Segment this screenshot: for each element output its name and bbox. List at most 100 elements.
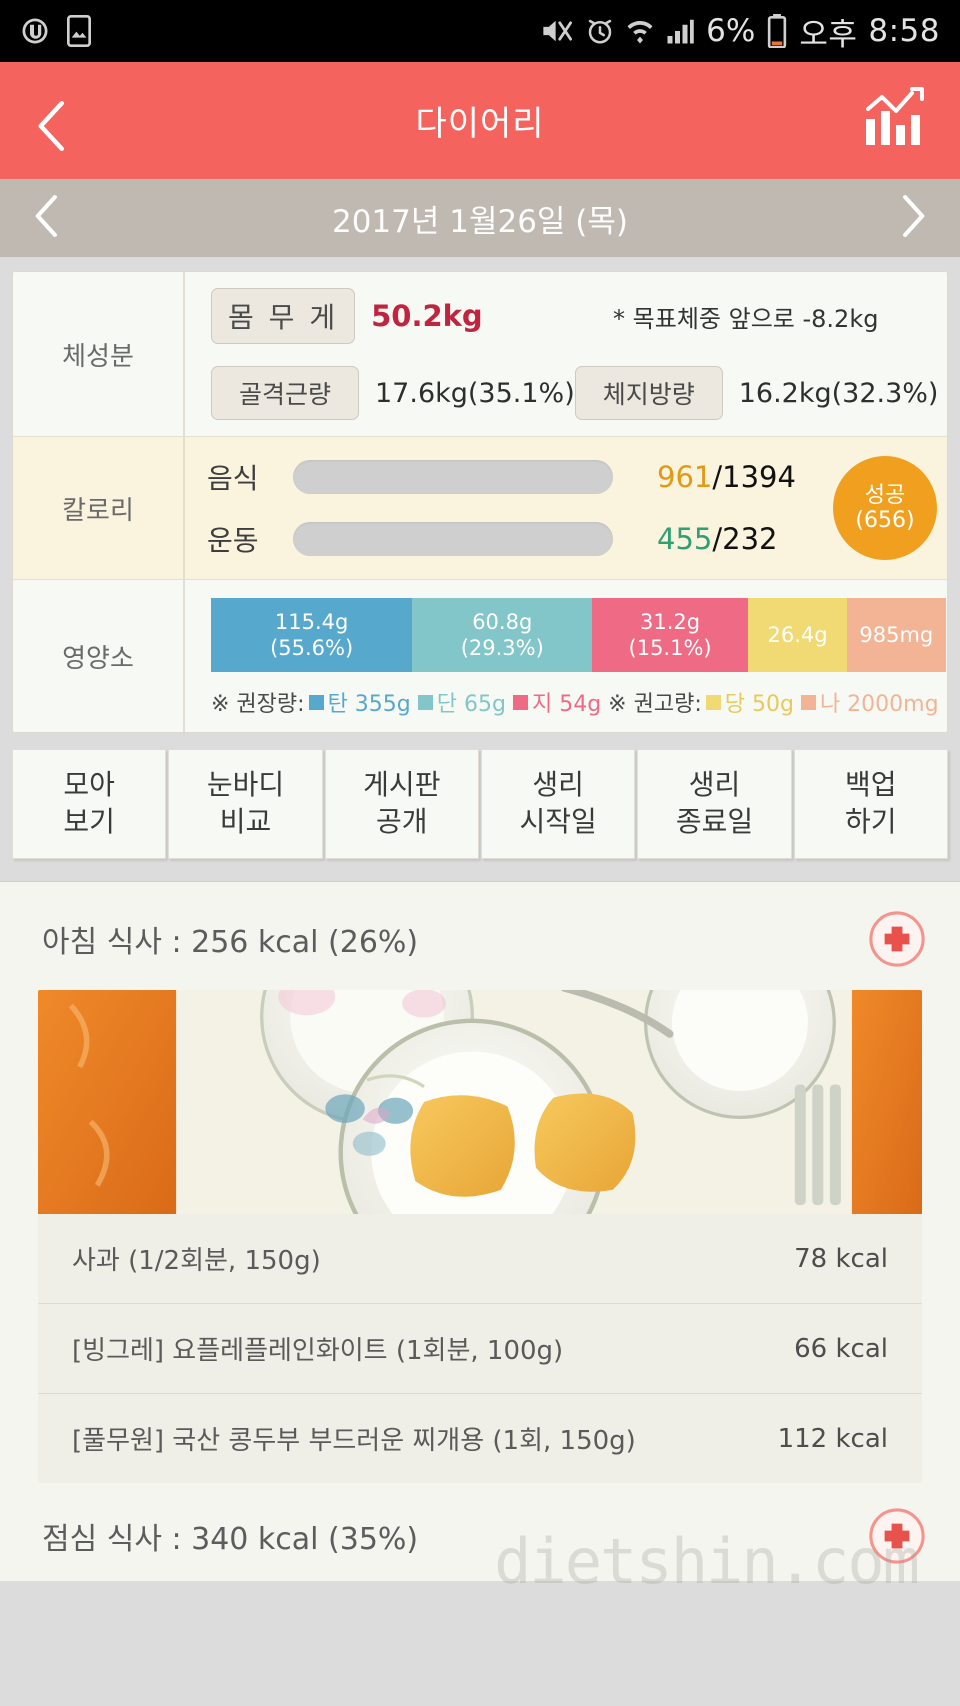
legend-item: 나 2000mg [800, 686, 939, 718]
nutrient-bar: 115.4g (55.6%) 60.8g (29.3%) 31.2g (15.1%) 26.… [211, 598, 946, 672]
quick-button-3[interactable]: 생리 시작일 [480, 749, 636, 859]
lunch-header: 점심 식사 : 340 kcal (35%) [0, 1483, 960, 1575]
legend-prefix: ※ 권고량: [608, 692, 702, 717]
legend-item: 당 50g [705, 686, 794, 718]
food-item[interactable]: [빙그레] 요플레플레인화이트 (1회분, 100g) 66 kcal [38, 1303, 922, 1393]
quick-button-line2: 비교 [219, 805, 272, 838]
exercise-calorie-line: 운동 455/232 [207, 519, 925, 559]
quick-button-line1: 눈바디 [206, 768, 285, 802]
muscle-mass-value: 17.6kg(35.1%) [375, 377, 575, 409]
weight-value: 50.2kg [371, 299, 483, 333]
breakfast-card: 사과 (1/2회분, 150g) 78 kcal [빙그레] 요플레플레인화이트 (… [38, 990, 922, 1483]
quick-button-line2: 종료일 [675, 805, 754, 838]
quick-button-4[interactable]: 생리 종료일 [637, 749, 792, 859]
status-badge: 성공 (656) [833, 456, 937, 560]
calorie-row: 칼로리 음식 961/1394 운동 455/232 성공 (656) [13, 436, 947, 579]
meals-section: 아침 식사 : 256 kcal (26%) 사과 (1/2회분, 150g) … [0, 881, 960, 1581]
quick-button-line2: 공개 [376, 805, 428, 838]
screenshot-icon [66, 15, 92, 47]
legend-label: 단 65g [436, 692, 506, 717]
goal-weight-note: * 목표체중 앞으로 -8.2kg [613, 304, 879, 333]
legend-prefix: ※ 권장량: [211, 692, 305, 717]
quick-button-5[interactable]: 백업 하기 [793, 749, 948, 859]
app-bar: 다이어리 [0, 62, 960, 179]
add-lunch-button[interactable] [868, 1507, 926, 1565]
exercise-label: 운동 [207, 524, 259, 557]
nutrient-amount: 26.4g [767, 622, 828, 647]
food-calories: 112 kcal [777, 1423, 888, 1454]
nutrient-percent: (55.6%) [270, 636, 354, 660]
nutrient-segment-carbs: 115.4g (55.6%) [211, 598, 413, 672]
quick-action-buttons: 모아 보기 눈바디 비교 게시판 공개 생리 시작일 생리 종료일 백업 하기 [12, 749, 948, 859]
quick-button-0[interactable]: 모아 보기 [12, 749, 167, 859]
legend-item: 탄 355g [308, 686, 411, 718]
battery-icon [766, 14, 788, 48]
nutrients-row: 영양소 115.4g (55.6%) 60.8g (29.3%) 31.2g (15.1%… [13, 579, 947, 732]
quick-button-line1: 백업 [845, 768, 897, 802]
quick-button-line2: 시작일 [519, 805, 597, 838]
signal-icon [665, 16, 695, 46]
app-screen: 6% 오후 8:58 다이어리 2017년 1월26일 (목) 체성분 몸 무 … [0, 0, 960, 1706]
date-navigation-bar: 2017년 1월26일 (목) [0, 179, 960, 257]
quick-button-line2: 하기 [845, 805, 897, 838]
calorie-label: 칼로리 [62, 495, 134, 526]
bar-chart-icon[interactable] [858, 83, 930, 159]
legend-swatch [417, 694, 433, 710]
food-progress-bar [293, 460, 613, 494]
quick-button-2[interactable]: 게시판 공개 [324, 749, 479, 859]
quick-button-line1: 생리 [688, 768, 741, 802]
legend-label: 탄 355g [327, 692, 411, 717]
body-composition-label: 체성분 [62, 341, 134, 372]
nutrient-amount: 60.8g [472, 609, 533, 634]
muscle-mass-button[interactable]: 골격근량 [211, 366, 359, 420]
food-name: 사과 (1/2회분, 150g) [72, 1246, 321, 1276]
previous-day-button[interactable] [30, 192, 66, 244]
legend-item: 단 65g [417, 686, 506, 718]
mute-icon [540, 16, 574, 46]
quick-button-line1: 생리 [532, 768, 584, 802]
legend-swatch [705, 694, 721, 710]
quick-button-line1: 게시판 [363, 768, 441, 802]
legend-item: 지 54g [512, 686, 602, 718]
nutrient-segment-sugar: 26.4g [747, 598, 848, 672]
page-title: 다이어리 [415, 104, 545, 144]
lunch-title: 점심 식사 : 340 kcal (35%) [42, 1522, 419, 1557]
quick-button-1[interactable]: 눈바디 비교 [168, 749, 323, 859]
nutrients-label: 영양소 [62, 643, 134, 674]
nutrient-legend: ※ 권장량: 탄 355g 단 65g 지 54g ※ 권고량: 당 50g 나 200… [211, 686, 946, 718]
nutrient-amount: 985mg [859, 622, 934, 647]
legend-label: 나 2000mg [819, 692, 939, 717]
food-calories: 66 kcal [794, 1333, 888, 1364]
food-label: 음식 [207, 462, 259, 495]
time-period: 오후 [799, 16, 858, 53]
next-day-button[interactable] [894, 192, 930, 244]
exercise-progress-bar [293, 522, 613, 556]
clock-time: 8:58 [868, 13, 940, 49]
nutrient-percent: (29.3%) [460, 636, 544, 660]
nutrient-segment-sodium: 985mg [847, 598, 946, 672]
quick-button-line2: 보기 [63, 805, 115, 838]
food-calorie-value: 961/1394 [657, 460, 796, 494]
food-name: [빙그레] 요플레플레인화이트 (1회분, 100g) [72, 1336, 564, 1366]
weight-button[interactable]: 몸 무 게 [211, 288, 356, 344]
food-calories: 78 kcal [794, 1243, 888, 1274]
exercise-calorie-value: 455/232 [657, 522, 778, 556]
food-item[interactable]: 사과 (1/2회분, 150g) 78 kcal [38, 1214, 922, 1303]
food-item[interactable]: [풀무원] 국산 콩두부 부드러운 찌개용 (1회, 150g) 112 kcal [38, 1393, 922, 1483]
food-name: [풀무원] 국산 콩두부 부드러운 찌개용 (1회, 150g) [72, 1426, 636, 1456]
body-fat-button[interactable]: 체지방량 [574, 366, 723, 420]
usb-debug-icon [20, 15, 50, 47]
wifi-icon [626, 16, 654, 46]
breakfast-title: 아침 식사 : 256 kcal (26%) [42, 925, 419, 960]
alarm-icon [585, 16, 615, 46]
status-bar: 6% 오후 8:58 [0, 0, 960, 62]
nutrient-segment-protein: 60.8g (29.3%) [412, 598, 593, 672]
daily-summary-card: 체성분 몸 무 게 50.2kg * 목표체중 앞으로 -8.2kg 골격근량 … [12, 271, 948, 733]
legend-swatch [512, 694, 528, 710]
back-button[interactable] [30, 98, 76, 151]
legend-label: 지 54g [531, 692, 602, 717]
body-composition-row: 체성분 몸 무 게 50.2kg * 목표체중 앞으로 -8.2kg 골격근량 … [13, 272, 947, 436]
legend-swatch [800, 694, 816, 710]
add-breakfast-button[interactable] [868, 910, 926, 968]
breakfast-photo[interactable] [38, 990, 922, 1214]
